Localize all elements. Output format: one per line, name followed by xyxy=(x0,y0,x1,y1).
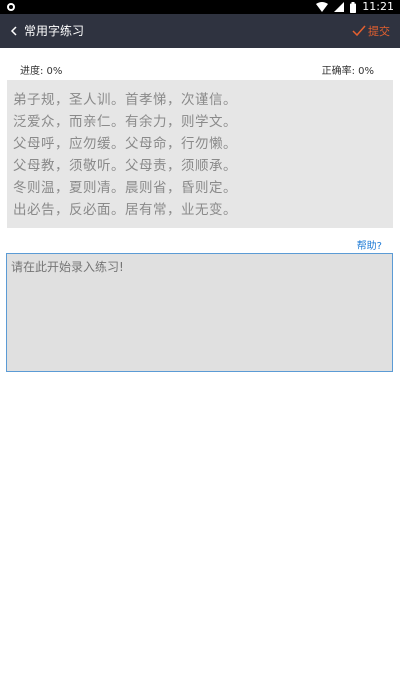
practice-passage: 弟子规，圣人训。首孝悌，次谨信。 泛爱众，而亲仁。有余力，则学文。 父母呼，应勿… xyxy=(7,80,393,228)
accuracy-indicator: 正确率: 0% xyxy=(321,66,374,77)
passage-line: 出必告，反必面。居有常，业无变。 xyxy=(13,202,237,218)
submit-label: 提交 xyxy=(368,25,390,38)
back-button[interactable] xyxy=(8,22,22,40)
status-bar: 11:21 xyxy=(0,0,400,14)
help-link[interactable]: 帮助? xyxy=(357,237,382,252)
chevron-left-icon xyxy=(10,26,17,36)
typing-input[interactable] xyxy=(11,258,388,367)
passage-line: 父母教，须敬听。父母责，须顺承。 xyxy=(13,158,237,174)
progress-indicator: 进度: 0% xyxy=(20,66,63,77)
passage-line: 泛爱众，而亲仁。有余力，则学文。 xyxy=(13,114,237,130)
app-header: 常用字练习 提交 xyxy=(0,14,400,48)
notification-icon xyxy=(7,3,15,11)
checkmark-icon xyxy=(352,25,366,37)
battery-icon xyxy=(350,1,357,13)
submit-button[interactable]: 提交 xyxy=(352,14,390,48)
typing-area xyxy=(6,253,393,372)
stats-row: 进度: 0% 正确率: 0% xyxy=(0,58,400,77)
passage-line: 弟子规，圣人训。首孝悌，次谨信。 xyxy=(13,92,237,108)
passage-line: 父母呼，应勿缓。父母命，行勿懒。 xyxy=(13,136,237,152)
signal-icon xyxy=(334,2,345,12)
page-title: 常用字练习 xyxy=(24,24,85,38)
wifi-icon xyxy=(316,2,329,12)
clock: 11:21 xyxy=(362,0,394,13)
passage-line: 冬则温，夏则凊。晨则省，昏则定。 xyxy=(13,180,237,196)
